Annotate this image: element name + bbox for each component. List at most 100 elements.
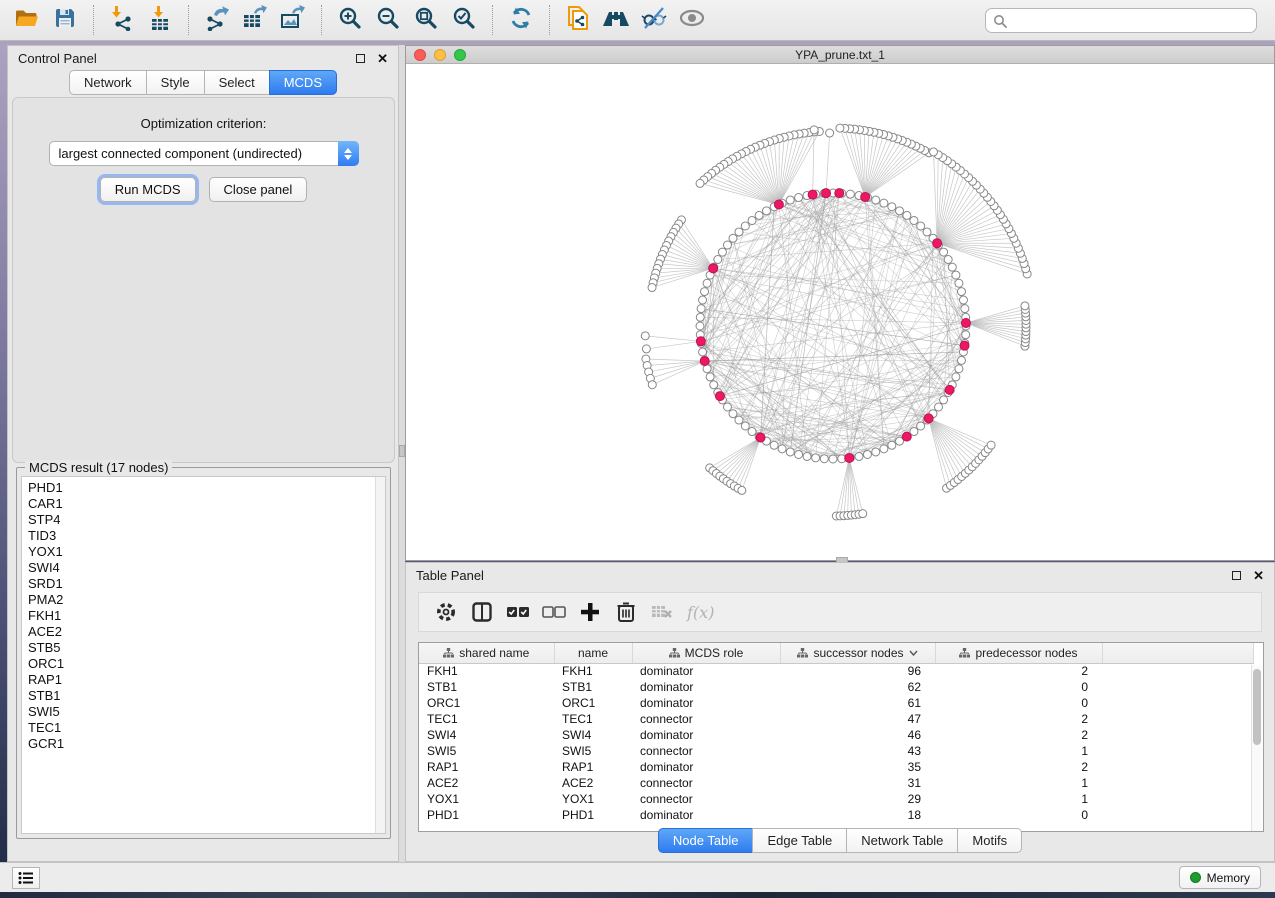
mcds-node-item[interactable]: TEC1 (28, 720, 385, 736)
network-node[interactable] (641, 332, 649, 340)
mcds-node-item[interactable]: TID3 (28, 528, 385, 544)
network-node[interactable] (697, 305, 705, 313)
show-graphics-button[interactable] (673, 3, 711, 37)
table-cell[interactable]: 0 (935, 679, 1102, 695)
float-panel-icon[interactable] (1232, 571, 1241, 580)
table-cell[interactable]: STB1 (419, 679, 554, 695)
network-node[interactable] (923, 228, 931, 236)
network-node[interactable] (701, 288, 709, 296)
network-node[interactable] (803, 452, 811, 460)
network-node[interactable] (826, 129, 834, 137)
mcds-hub-node[interactable] (835, 189, 844, 198)
mcds-node-item[interactable]: SRD1 (28, 576, 385, 592)
apply-layout-button[interactable] (502, 3, 540, 37)
mcds-node-item[interactable]: RAP1 (28, 672, 385, 688)
network-node[interactable] (786, 196, 794, 204)
network-graph[interactable] (406, 64, 1274, 560)
network-node[interactable] (903, 211, 911, 219)
network-node[interactable] (959, 296, 967, 304)
network-window-titlebar[interactable]: YPA_prune.txt_1 (406, 46, 1274, 64)
table-scrollbar[interactable] (1251, 665, 1262, 831)
mcds-hub-node[interactable] (945, 385, 954, 394)
tab-network[interactable]: Network (69, 70, 147, 95)
mcds-node-item[interactable]: SWI4 (28, 560, 385, 576)
table-cell[interactable]: ACE2 (554, 775, 632, 791)
table-cell[interactable]: connector (632, 711, 780, 727)
network-node[interactable] (859, 510, 867, 518)
mcds-list-scrollbar[interactable] (375, 477, 385, 833)
table-cell[interactable]: dominator (632, 727, 780, 743)
network-node[interactable] (863, 450, 871, 458)
table-row[interactable]: SWI4SWI4dominator462 (419, 727, 1253, 743)
network-node[interactable] (955, 365, 963, 373)
mcds-node-item[interactable]: STB5 (28, 640, 385, 656)
table-cell[interactable]: dominator (632, 807, 780, 823)
network-node[interactable] (696, 322, 704, 330)
network-node[interactable] (748, 428, 756, 436)
network-node[interactable] (952, 271, 960, 279)
save-session-button[interactable] (46, 3, 84, 37)
network-node[interactable] (696, 313, 704, 321)
table-cell[interactable]: TEC1 (419, 711, 554, 727)
network-node[interactable] (718, 248, 726, 256)
search-network-button[interactable] (597, 3, 635, 37)
network-node[interactable] (880, 445, 888, 453)
mcds-hub-node[interactable] (700, 357, 709, 366)
table-cell[interactable]: TEC1 (554, 711, 632, 727)
table-row[interactable]: TEC1TEC1connector472 (419, 711, 1253, 727)
table-cell[interactable]: RAP1 (554, 759, 632, 775)
mcds-hub-node[interactable] (774, 200, 783, 209)
column-header-predecessor-nodes[interactable]: predecessor nodes (935, 643, 1102, 663)
network-canvas[interactable] (406, 64, 1274, 560)
mcds-node-item[interactable]: STB1 (28, 688, 385, 704)
float-panel-icon[interactable] (356, 54, 365, 63)
hide-details-button[interactable] (635, 3, 673, 37)
mcds-hub-node[interactable] (924, 414, 933, 423)
panel-menu-button[interactable] (12, 867, 40, 889)
table-options-button[interactable] (431, 597, 461, 627)
network-node[interactable] (778, 445, 786, 453)
table-cell[interactable]: dominator (632, 663, 780, 679)
mcds-hub-node[interactable] (861, 192, 870, 201)
table-row[interactable]: STB1STB1dominator620 (419, 679, 1253, 695)
table-cell[interactable] (1102, 663, 1253, 679)
network-node[interactable] (930, 148, 938, 156)
table-cell[interactable]: 62 (780, 679, 935, 695)
network-node[interactable] (723, 241, 731, 249)
zoom-out-button[interactable] (369, 3, 407, 37)
table-cell[interactable]: 31 (780, 775, 935, 791)
table-cell[interactable]: YOX1 (419, 791, 554, 807)
node-table[interactable]: shared namenameMCDS rolesuccessor nodesp… (418, 642, 1264, 832)
network-node[interactable] (846, 190, 854, 198)
close-panel-icon[interactable]: ✕ (1253, 569, 1264, 582)
network-node[interactable] (940, 396, 948, 404)
table-cell[interactable]: YOX1 (554, 791, 632, 807)
mcds-node-item[interactable]: SWI5 (28, 704, 385, 720)
column-header-shared-name[interactable]: shared name (419, 643, 554, 663)
network-node[interactable] (1021, 302, 1029, 310)
table-cell[interactable]: 18 (780, 807, 935, 823)
table-cell[interactable]: dominator (632, 759, 780, 775)
mcds-hub-node[interactable] (709, 264, 718, 273)
table-cell[interactable]: 2 (935, 711, 1102, 727)
network-node[interactable] (735, 416, 743, 424)
network-node[interactable] (888, 203, 896, 211)
network-node[interactable] (935, 403, 943, 411)
mcds-hub-node[interactable] (715, 392, 724, 401)
column-header-MCDS-role[interactable]: MCDS role (632, 643, 780, 663)
table-cell[interactable]: 2 (935, 727, 1102, 743)
table-row[interactable]: RAP1RAP1dominator352 (419, 759, 1253, 775)
tab-style[interactable]: Style (146, 70, 205, 95)
network-node[interactable] (699, 296, 707, 304)
network-node[interactable] (755, 211, 763, 219)
table-cell[interactable] (1102, 775, 1253, 791)
network-node[interactable] (723, 403, 731, 411)
table-cell[interactable]: 1 (935, 743, 1102, 759)
table-cell[interactable]: FKH1 (419, 663, 554, 679)
table-cell[interactable]: 96 (780, 663, 935, 679)
global-search[interactable] (985, 8, 1257, 33)
close-panel-icon[interactable]: ✕ (377, 52, 388, 65)
column-header-successor-nodes[interactable]: successor nodes (780, 643, 935, 663)
network-node[interactable] (957, 288, 965, 296)
network-node[interactable] (952, 373, 960, 381)
